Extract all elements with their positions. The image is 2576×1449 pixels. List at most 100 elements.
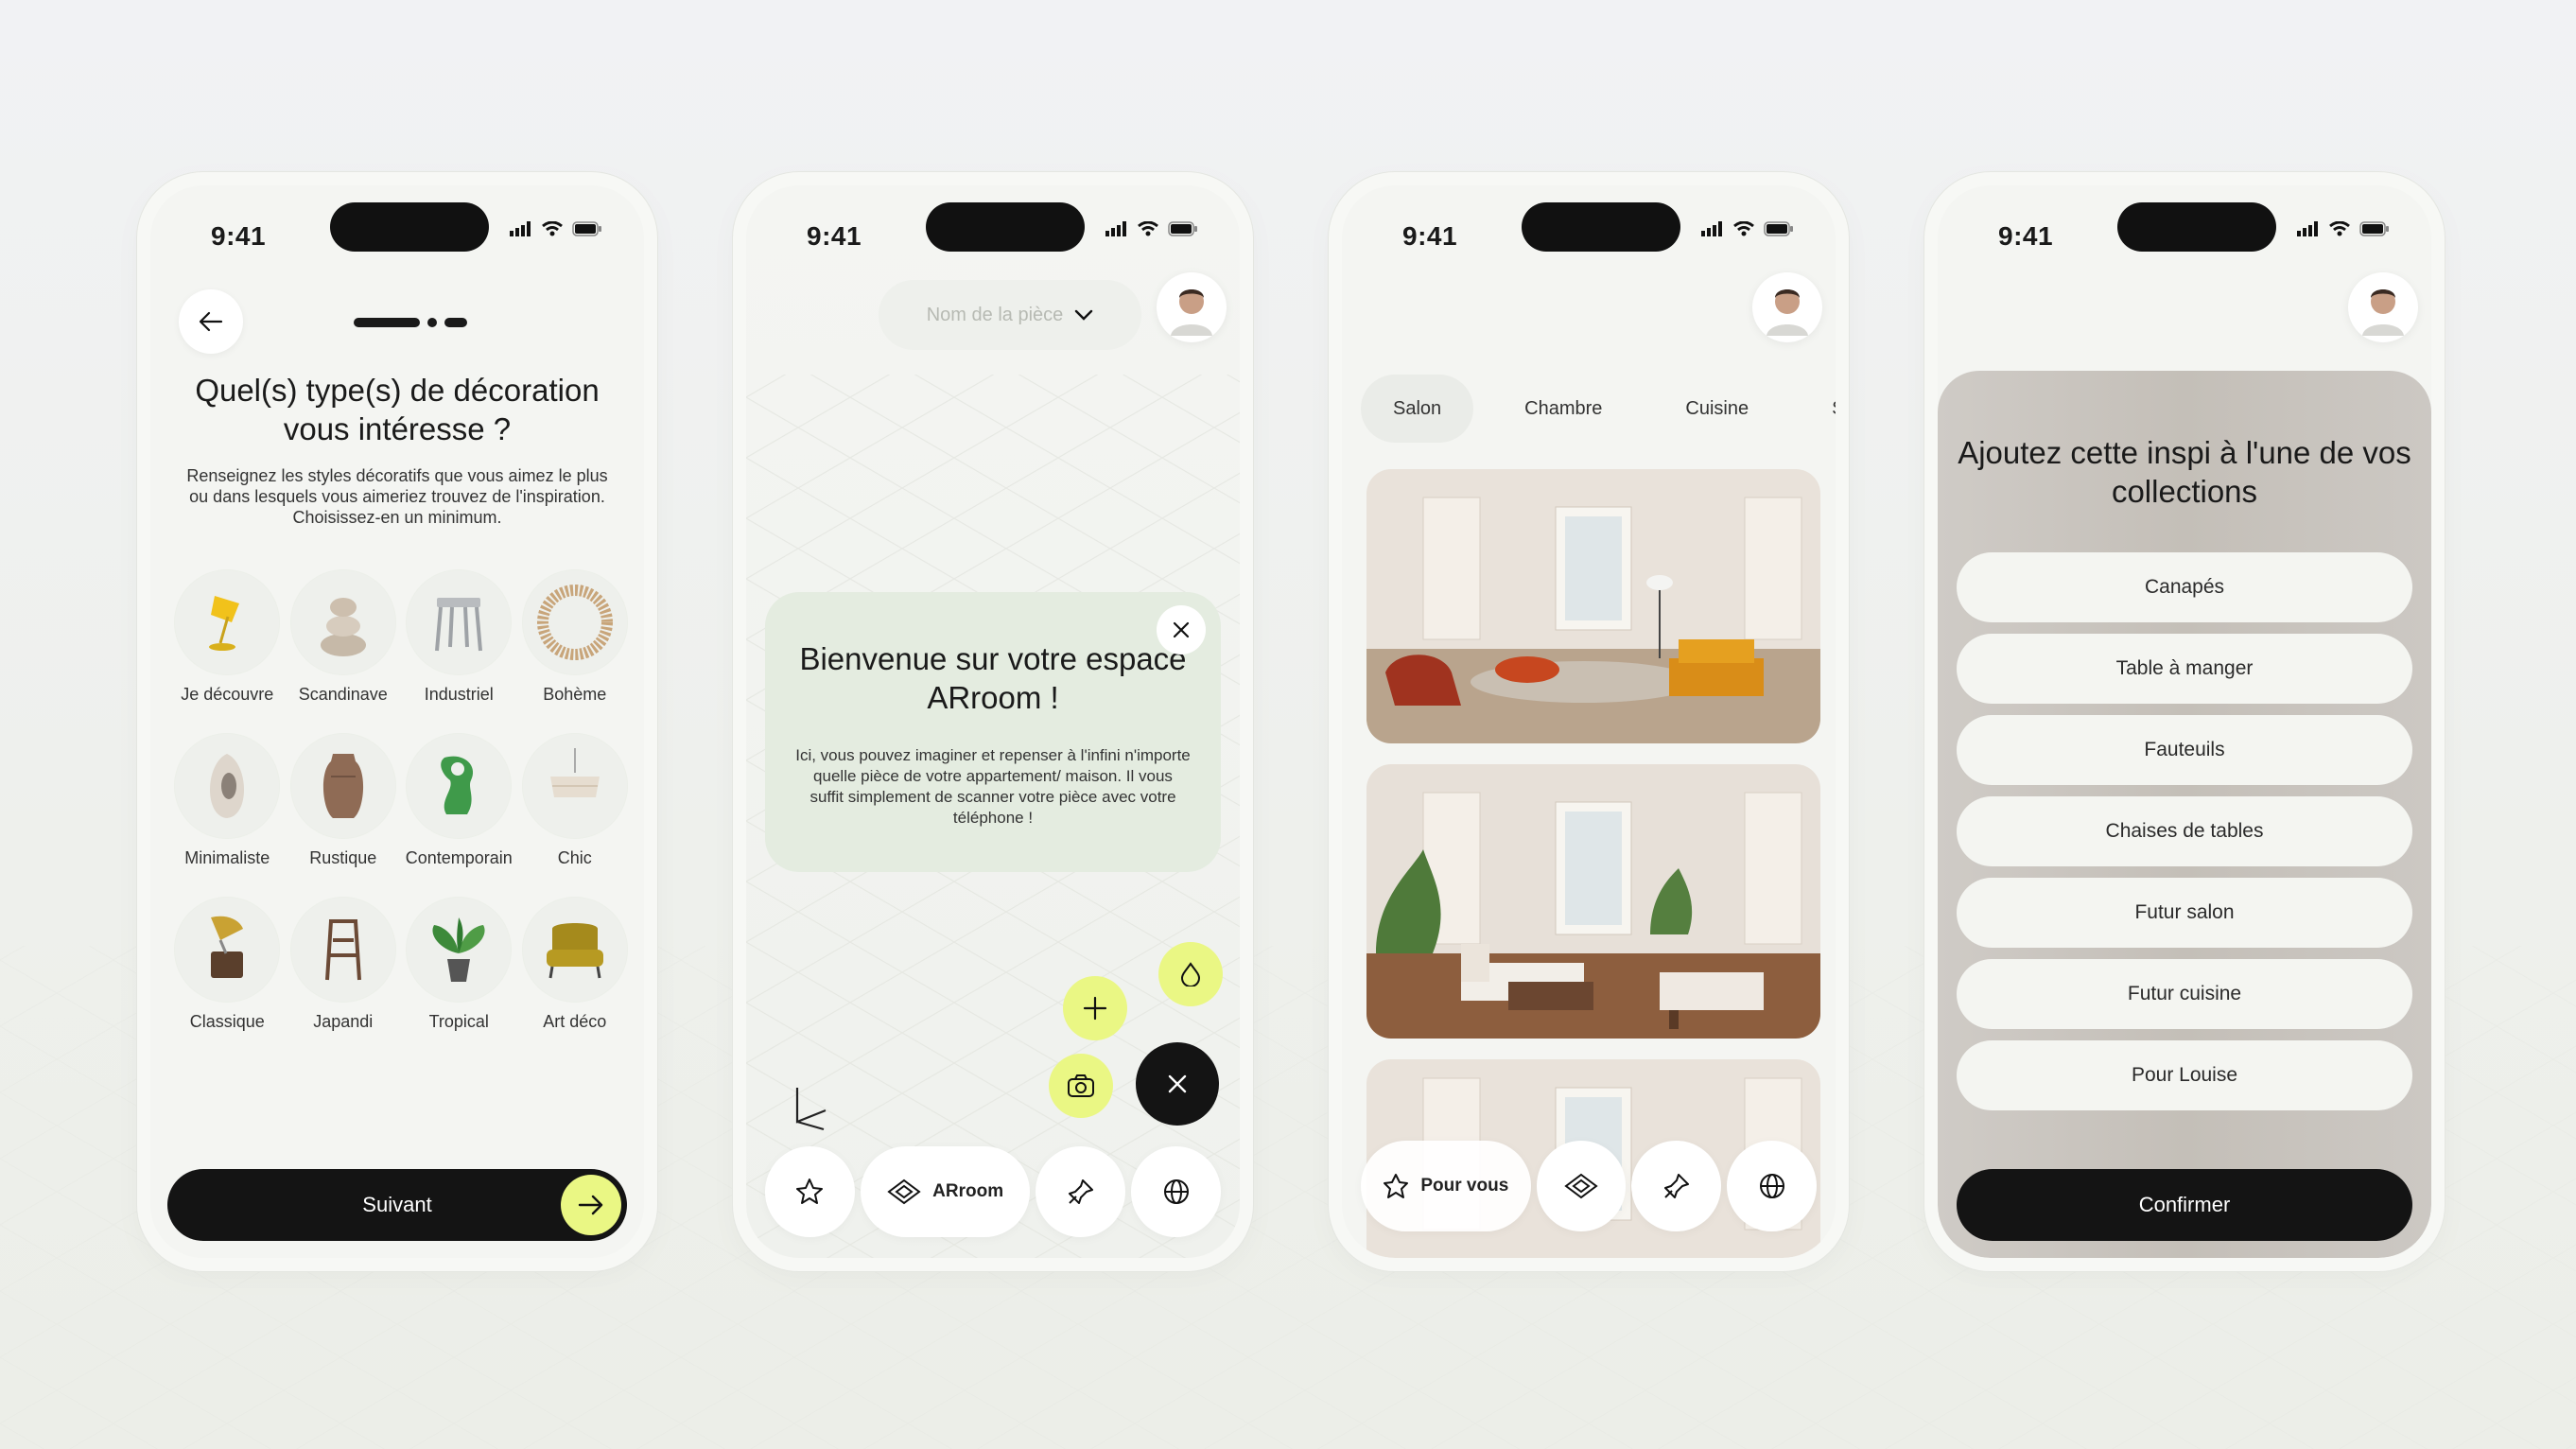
next-button[interactable]: Suivant — [167, 1169, 627, 1241]
inspiration-card[interactable] — [1366, 469, 1820, 743]
battery-icon — [1168, 221, 1197, 236]
close-welcome-button[interactable] — [1157, 605, 1206, 655]
welcome-text: Ici, vous pouvez imaginer et repenser à … — [795, 746, 1191, 827]
pin-icon — [1068, 1179, 1093, 1204]
globe-icon — [1163, 1179, 1189, 1204]
style-option-boheme[interactable]: Bohème — [517, 569, 634, 705]
battery-icon — [2359, 221, 2389, 236]
signal-icon — [510, 221, 531, 236]
room-name-select[interactable]: Nom de la pièce — [879, 280, 1141, 350]
status-bar: 9:41 — [746, 185, 1240, 280]
status-bar: 9:41 — [1938, 185, 2431, 280]
dynamic-island — [2117, 202, 2276, 252]
phone-for-you-feed: 9:41 Salon Chambre Cuisine Salle de bain — [1329, 172, 1849, 1271]
potted-plant-icon — [432, 917, 485, 982]
inspiration-card[interactable] — [1366, 764, 1820, 1039]
style-option-scandinave[interactable]: Scandinave — [286, 569, 402, 705]
back-button[interactable] — [179, 289, 243, 354]
style-option-minimaliste[interactable]: Minimaliste — [169, 733, 286, 868]
collection-option[interactable]: Fauteuils — [1957, 715, 2412, 785]
style-option-tropical[interactable]: Tropical — [401, 897, 517, 1032]
signal-icon — [1701, 221, 1722, 236]
add-object-button[interactable] — [1063, 976, 1127, 1040]
bottom-tab-bar: ARroom — [765, 1144, 1222, 1239]
plus-icon — [1083, 996, 1107, 1021]
tab-arroom[interactable] — [1536, 1141, 1627, 1231]
welcome-card: Bienvenue sur votre espace ARroom ! Ici,… — [765, 592, 1221, 872]
user-photo-icon — [1767, 289, 1808, 336]
status-icons — [2297, 221, 2390, 236]
close-menu-button[interactable] — [1136, 1042, 1219, 1126]
dynamic-island — [926, 202, 1085, 252]
style-option-je-decouvre[interactable]: Je découvre — [169, 569, 286, 705]
tab-for-you-label: Pour vous — [1420, 1176, 1509, 1196]
globe-icon — [1759, 1174, 1784, 1198]
velvet-armchair-icon — [546, 923, 603, 979]
collection-option[interactable]: Chaises de tables — [1957, 796, 2412, 866]
status-time: 9:41 — [807, 221, 862, 251]
phone-arroom-welcome: 9:41 Nom de la pièce Bienvenue sur votre… — [733, 172, 1253, 1271]
collection-option[interactable]: Futur salon — [1957, 878, 2412, 948]
axis-gizmo-icon — [795, 1088, 827, 1131]
style-option-chic[interactable]: Chic — [517, 733, 634, 868]
tab-pin[interactable] — [1631, 1141, 1722, 1231]
drop-icon — [1180, 962, 1201, 986]
paint-drop-button[interactable] — [1158, 942, 1223, 1006]
tab-arroom[interactable]: ARroom — [860, 1146, 1031, 1237]
style-option-contemporain[interactable]: Contemporain — [401, 733, 517, 868]
style-option-industriel[interactable]: Industriel — [401, 569, 517, 705]
next-button-label: Suivant — [362, 1193, 432, 1216]
style-option-classique[interactable]: Classique — [169, 897, 286, 1032]
collection-option[interactable]: Futur cuisine — [1957, 959, 2412, 1029]
stacked-stones-icon — [320, 598, 366, 656]
avatar[interactable] — [2348, 272, 2418, 342]
collection-option[interactable]: Pour Louise — [1957, 1040, 2412, 1110]
tab-explore[interactable] — [1727, 1141, 1818, 1231]
chevron-down-icon — [1075, 309, 1093, 321]
tab-for-you[interactable]: Pour vous — [1361, 1141, 1531, 1231]
tab-salon[interactable]: Salon — [1361, 375, 1474, 443]
tab-pin[interactable] — [1036, 1146, 1126, 1237]
style-option-rustique[interactable]: Rustique — [286, 733, 402, 868]
tab-chambre[interactable]: Chambre — [1492, 375, 1634, 443]
battery-icon — [1764, 221, 1793, 236]
arrow-left-icon — [199, 311, 223, 332]
status-time: 9:41 — [1998, 221, 2054, 251]
arrow-right-icon — [561, 1175, 621, 1235]
phone-style-selection: 9:41 Quel(s) type(s) de décoration vous … — [137, 172, 657, 1271]
confirm-button[interactable]: Confirmer — [1957, 1169, 2412, 1241]
wifi-icon — [2329, 221, 2350, 236]
tab-cuisine[interactable]: Cuisine — [1653, 375, 1781, 443]
rattan-mirror-icon — [536, 585, 613, 660]
user-photo-icon — [1171, 289, 1212, 336]
style-option-art-deco[interactable]: Art déco — [517, 897, 634, 1032]
camera-button[interactable] — [1049, 1054, 1113, 1118]
gramophone-icon — [211, 916, 244, 978]
step-progress — [354, 318, 467, 327]
star-icon — [796, 1178, 824, 1204]
phone-add-to-collection: 9:41 Ajoutez cette inspi à l'une de vos … — [1924, 172, 2445, 1271]
dynamic-island — [1522, 202, 1680, 252]
collection-option[interactable]: Table à manger — [1957, 634, 2412, 704]
close-icon — [1173, 621, 1190, 638]
living-room-image — [1366, 469, 1820, 743]
ar-cube-icon — [887, 1178, 921, 1205]
user-photo-icon — [2362, 289, 2404, 336]
status-icons — [1105, 221, 1198, 236]
avatar[interactable] — [1157, 272, 1227, 342]
page-title: Quel(s) type(s) de décoration vous intér… — [195, 373, 600, 446]
ring-vase-icon — [210, 754, 245, 818]
status-bar: 9:41 — [1342, 185, 1836, 280]
tab-arroom-label: ARroom — [932, 1181, 1004, 1201]
welcome-title: Bienvenue sur votre espace ARroom ! — [799, 641, 1187, 715]
tab-favorites[interactable] — [765, 1146, 855, 1237]
collection-option[interactable]: Canapés — [1957, 552, 2412, 622]
style-option-japandi[interactable]: Japandi — [286, 897, 402, 1032]
avatar[interactable] — [1752, 272, 1822, 342]
tab-explore[interactable] — [1131, 1146, 1222, 1237]
tab-salle-de-bain[interactable]: Salle de bain — [1800, 375, 1836, 443]
signal-icon — [2297, 221, 2318, 236]
collection-sheet: Ajoutez cette inspi à l'une de vos colle… — [1938, 371, 2431, 1258]
green-sculpture-icon — [441, 756, 474, 814]
wifi-icon — [1733, 221, 1754, 236]
